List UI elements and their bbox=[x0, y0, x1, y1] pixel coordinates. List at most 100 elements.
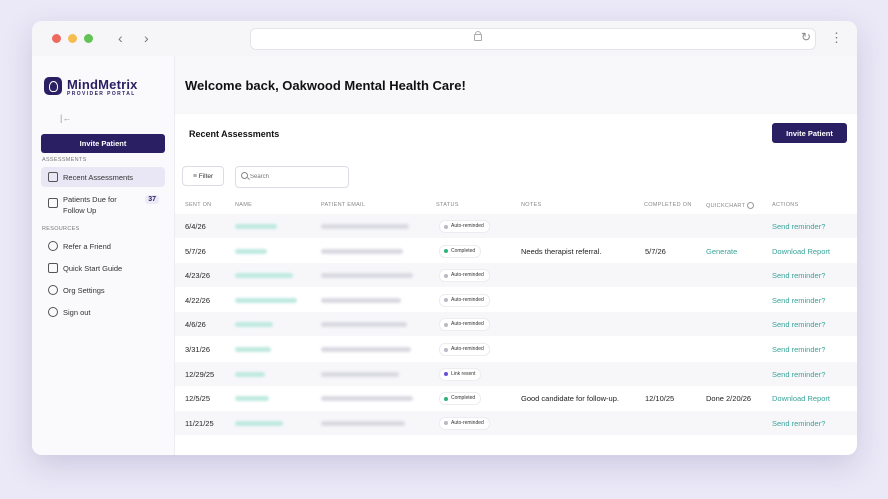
patient-name-redacted bbox=[235, 347, 271, 352]
status-badge: Auto-reminded bbox=[439, 343, 490, 356]
status-dot-icon bbox=[444, 396, 448, 401]
sidebar-invite-patient-button[interactable]: Invite Patient bbox=[41, 134, 165, 153]
table-row[interactable]: 4/23/26 Auto-reminded Send reminder? bbox=[175, 263, 857, 288]
notes-cell: Good candidate for follow-up. bbox=[521, 394, 619, 404]
panel-title: Recent Assessments bbox=[189, 129, 280, 139]
reload-icon[interactable]: ↻ bbox=[801, 30, 811, 44]
column-header-patient-email: PATIENT EMAIL bbox=[321, 202, 366, 208]
home-icon bbox=[48, 172, 58, 182]
filter-icon: ≡ bbox=[192, 172, 197, 180]
status-dot-icon bbox=[444, 249, 448, 254]
completed-on-cell: 5/7/26 bbox=[645, 246, 666, 256]
sent-on-cell: 4/6/26 bbox=[185, 320, 206, 330]
filter-label: Filter bbox=[198, 172, 214, 180]
sidebar-item-recent-assessments[interactable]: Recent Assessments bbox=[41, 167, 165, 187]
table-row[interactable]: 3/31/26 Auto-reminded Send reminder? bbox=[175, 337, 857, 361]
sent-on-cell: 3/31/26 bbox=[185, 345, 211, 354]
status-badge: Auto-reminded bbox=[439, 269, 490, 283]
patient-name-redacted bbox=[235, 224, 277, 229]
table-row[interactable]: 12/29/25 Link resent Send reminder? bbox=[175, 361, 857, 386]
patient-email-redacted bbox=[321, 273, 413, 279]
page-title: Welcome back, Oakwood Mental Health Care… bbox=[185, 78, 466, 93]
status-dot-icon bbox=[444, 273, 448, 278]
patient-name-redacted bbox=[235, 322, 273, 328]
column-header-sent-on: SENT ON bbox=[185, 202, 212, 208]
search-box[interactable] bbox=[235, 166, 349, 188]
invite-patient-button[interactable]: Invite Patient bbox=[772, 123, 847, 143]
column-header-notes: NOTES bbox=[521, 202, 542, 208]
status-badge: Auto-reminded bbox=[439, 416, 490, 430]
sidebar-item-label: Sign out bbox=[63, 308, 91, 317]
status-badge: Auto-reminded bbox=[439, 318, 490, 332]
browser-menu-icon[interactable]: ⋮ bbox=[830, 30, 843, 46]
status-badge: Auto-reminded bbox=[439, 293, 490, 307]
brand-logo-icon bbox=[44, 77, 62, 95]
main-content: Welcome back, Oakwood Mental Health Care… bbox=[175, 56, 857, 455]
browser-titlebar: ‹ › ↻ ⋮ bbox=[32, 21, 857, 56]
status-badge: Completed bbox=[439, 392, 482, 406]
status-dot-icon bbox=[444, 322, 448, 327]
collapse-sidebar-icon[interactable]: |← bbox=[60, 113, 71, 123]
browser-window: ‹ › ↻ ⋮ MindMetrix PROVIDER PORTAL |← In… bbox=[32, 21, 857, 455]
download-report-link[interactable]: Download Report bbox=[772, 394, 830, 403]
send-reminder-link[interactable]: Send reminder? bbox=[772, 271, 825, 280]
section-label-assessments: ASSESSMENTS bbox=[42, 157, 87, 163]
sent-on-cell: 6/4/26 bbox=[185, 222, 206, 231]
table-row[interactable]: 6/4/26 Auto-reminded Send reminder? bbox=[175, 214, 857, 238]
generate-quickchart-link[interactable]: Generate bbox=[706, 247, 737, 256]
book-icon bbox=[48, 263, 58, 273]
welcome-banner: Welcome back, Oakwood Mental Health Care… bbox=[175, 56, 857, 114]
table-row[interactable]: 4/6/26 Auto-reminded Send reminder? bbox=[175, 312, 857, 337]
send-reminder-link[interactable]: Send reminder? bbox=[772, 419, 825, 428]
table-row[interactable]: 12/5/25 Completed Good candidate for follo… bbox=[175, 386, 857, 410]
close-window-button[interactable] bbox=[52, 34, 61, 43]
info-icon bbox=[48, 307, 58, 317]
download-report-link[interactable]: Download Report bbox=[772, 247, 830, 256]
status-badge: Link resent bbox=[439, 367, 482, 381]
maximize-window-button[interactable] bbox=[84, 34, 93, 43]
table-row[interactable]: 5/7/26 Completed Needs therapist referral.… bbox=[175, 239, 857, 263]
status-dot-icon bbox=[444, 372, 448, 377]
send-reminder-link[interactable]: Send reminder? bbox=[772, 296, 825, 305]
status-badge: Completed bbox=[439, 244, 482, 258]
sidebar-item-patients-due[interactable]: Patients Due for Follow Up 37 bbox=[41, 191, 165, 218]
address-bar[interactable]: ↻ bbox=[250, 28, 816, 50]
table-row[interactable]: 4/22/26 Auto-reminded Send reminder? bbox=[175, 288, 857, 312]
status-dot-icon bbox=[444, 298, 448, 303]
sent-on-cell: 5/7/26 bbox=[185, 246, 206, 256]
calendar-icon bbox=[48, 198, 58, 208]
send-reminder-link[interactable]: Send reminder? bbox=[772, 320, 825, 329]
search-icon bbox=[241, 172, 248, 179]
send-reminder-link[interactable]: Send reminder? bbox=[772, 222, 825, 231]
status-dot-icon bbox=[444, 421, 448, 426]
send-reminder-link[interactable]: Send reminder? bbox=[772, 370, 825, 379]
patient-email-redacted bbox=[321, 371, 399, 377]
sidebar-item-quick-start-guide[interactable]: Quick Start Guide bbox=[41, 258, 165, 278]
search-input[interactable] bbox=[250, 170, 340, 183]
sidebar: MindMetrix PROVIDER PORTAL |← Invite Pat… bbox=[32, 56, 175, 455]
sidebar-item-refer-a-friend[interactable]: Refer a Friend bbox=[41, 236, 165, 256]
send-reminder-link[interactable]: Send reminder? bbox=[772, 345, 825, 354]
patient-email-redacted bbox=[321, 396, 413, 402]
info-icon[interactable] bbox=[747, 202, 755, 209]
patient-name-redacted bbox=[235, 371, 265, 377]
status-badge: Auto-reminded bbox=[439, 220, 490, 233]
minimize-window-button[interactable] bbox=[68, 34, 77, 43]
forward-button[interactable]: › bbox=[144, 30, 149, 46]
sent-on-cell: 11/21/25 bbox=[185, 418, 214, 428]
patient-email-redacted bbox=[321, 248, 403, 254]
sidebar-item-sign-out[interactable]: Sign out bbox=[41, 302, 165, 322]
filter-button[interactable]: ≡ Filter bbox=[182, 166, 224, 186]
sidebar-item-org-settings[interactable]: Org Settings bbox=[41, 280, 165, 300]
sidebar-item-label: Quick Start Guide bbox=[63, 264, 123, 273]
status-dot-icon bbox=[444, 347, 448, 352]
table-row[interactable]: 11/21/25 Auto-reminded Send reminder? bbox=[175, 410, 857, 435]
patient-name-redacted bbox=[235, 297, 297, 303]
patient-email-redacted bbox=[321, 322, 407, 328]
column-header-name: NAME bbox=[235, 202, 253, 208]
notes-cell: Needs therapist referral. bbox=[521, 246, 602, 256]
patient-email-redacted bbox=[321, 297, 401, 303]
back-button[interactable]: ‹ bbox=[118, 30, 123, 46]
patient-name-redacted bbox=[235, 396, 269, 402]
column-header-actions: ACTIONS bbox=[772, 202, 799, 208]
